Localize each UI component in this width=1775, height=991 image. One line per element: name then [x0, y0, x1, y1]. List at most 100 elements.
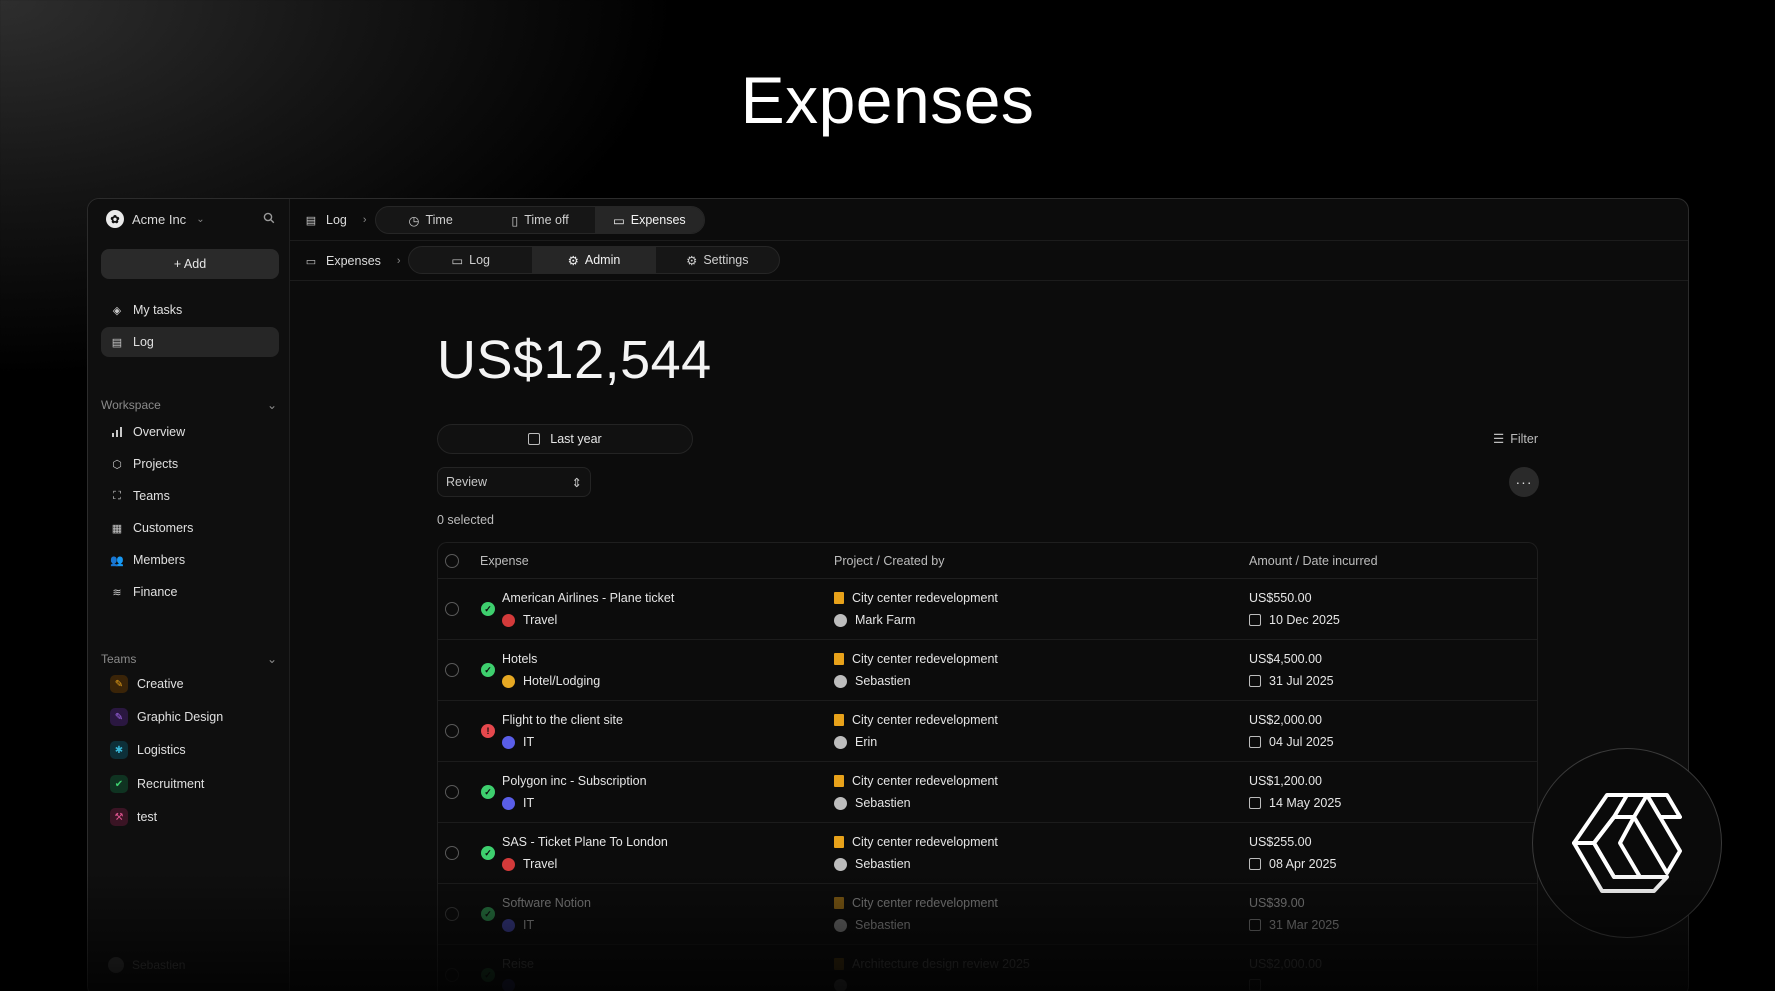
creator-name: Sebastien — [855, 857, 911, 871]
workspace-section-header[interactable]: Workspace ⌄ — [101, 398, 279, 412]
sidebar-item-log[interactable]: ▤ Log — [101, 327, 279, 357]
table-row[interactable]: ! Flight to the client site IT City cent… — [438, 701, 1537, 762]
avatar — [108, 957, 124, 973]
tab-expenses[interactable]: ▭ Expenses — [594, 207, 704, 233]
sidebar-team-test[interactable]: ⚒ test — [101, 802, 279, 832]
row-checkbox[interactable] — [445, 602, 459, 616]
expense-title: Software Notion — [502, 896, 591, 910]
check-circle-icon: ✔ — [110, 775, 128, 793]
expense-title: American Airlines - Plane ticket — [502, 591, 675, 605]
sidebar-item-my-tasks[interactable]: ◈ My tasks — [101, 295, 279, 325]
check-icon: ✓ — [481, 602, 495, 616]
cash-icon: ▭ — [612, 213, 625, 228]
org-name: Acme Inc — [132, 211, 187, 227]
tab-log[interactable]: ▭ Log — [409, 247, 532, 273]
total-amount: US$12,544 — [437, 330, 712, 390]
breadcrumb[interactable]: ▤ Log › — [304, 213, 367, 227]
tab-time-off[interactable]: ▯ Time off — [485, 207, 594, 233]
main-content: ▤ Log › ◷ Time ▯ Time off ▭ Expenses ▭ E… — [290, 199, 1688, 991]
pen-icon: ✎ — [110, 708, 128, 726]
breadcrumb[interactable]: ▭ Expenses › — [304, 254, 401, 268]
tab-label: Time off — [524, 213, 569, 227]
sidebar: ✿ Acme Inc ⌄ + Add ◈ My tasks ▤ Log Work… — [88, 199, 290, 991]
bar-chart-icon — [110, 425, 124, 439]
tab-label: Expenses — [630, 213, 686, 227]
sidebar-team-creative[interactable]: ✎ Creative — [101, 669, 279, 699]
teams-section-header[interactable]: Teams ⌄ — [101, 652, 279, 666]
row-checkbox[interactable] — [445, 724, 459, 738]
expense-category: IT — [523, 735, 535, 749]
admin-icon: ⚙ — [567, 253, 579, 268]
sidebar-team-logistics[interactable]: ✱ Logistics — [101, 735, 279, 765]
chevron-down-icon: ⌄ — [196, 213, 205, 225]
sidebar-team-graphic-design[interactable]: ✎ Graphic Design — [101, 702, 279, 732]
sidebar-item-label: Logistics — [137, 743, 186, 757]
brand-logo-icon — [1572, 793, 1682, 893]
row-checkbox[interactable] — [445, 968, 459, 982]
table-row[interactable]: ✓ SAS - Ticket Plane To London Travel Ci… — [438, 823, 1537, 884]
filter-button[interactable]: ☰ Filter — [1493, 431, 1538, 447]
row-checkbox[interactable] — [445, 663, 459, 677]
expense-date: 10 Dec 2025 — [1269, 613, 1340, 627]
bug-icon: ✱ — [110, 741, 128, 759]
sidebar-team-recruitment[interactable]: ✔ Recruitment — [101, 769, 279, 799]
calendar-icon — [1249, 797, 1261, 809]
sidebar-item-teams[interactable]: ⛶ Teams — [101, 481, 279, 511]
status-select[interactable]: Review ⇕ — [437, 467, 591, 497]
row-checkbox[interactable] — [445, 846, 459, 860]
calendar-icon — [1249, 979, 1261, 991]
layers-icon: ◈ — [112, 304, 122, 317]
date-range-button[interactable]: Last year — [437, 424, 693, 454]
sidebar-item-customers[interactable]: ▦ Customers — [101, 513, 279, 543]
cash-icon: ▭ — [305, 255, 317, 268]
table-row[interactable]: ✓ Software Notion IT City center redevel… — [438, 884, 1537, 945]
table-row[interactable]: ✓ Reise Architecture design review 2025 — [438, 945, 1537, 991]
expense-date: 08 Apr 2025 — [1269, 857, 1337, 871]
tab-admin[interactable]: ⚙ Admin — [532, 247, 656, 273]
table-row[interactable]: ✓ Hotels Hotel/Lodging City center redev… — [438, 640, 1537, 701]
row-checkbox[interactable] — [445, 785, 459, 799]
sidebar-item-label: Teams — [133, 489, 170, 503]
row-checkbox[interactable] — [445, 907, 459, 921]
breadcrumb-label: Expenses — [326, 254, 381, 268]
building-icon — [834, 653, 844, 665]
creator-name: Mark Farm — [855, 613, 916, 627]
teams-label: Teams — [101, 652, 137, 666]
table-body: ✓ American Airlines - Plane ticket Trave… — [438, 579, 1537, 991]
sidebar-item-label: Log — [133, 335, 154, 349]
column-header-amount: Amount / Date incurred — [1249, 553, 1378, 568]
category-dot-icon — [502, 674, 515, 688]
calendar-icon — [1249, 919, 1261, 931]
sidebar-item-label: Members — [133, 553, 186, 567]
table-row[interactable]: ✓ Polygon inc - Subscription IT City cen… — [438, 762, 1537, 823]
category-dot-icon — [502, 857, 515, 871]
top-tabs: ◷ Time ▯ Time off ▭ Expenses — [375, 206, 705, 234]
clock-icon: ◷ — [408, 213, 420, 228]
users-icon: 👥 — [110, 554, 124, 567]
building-icon — [834, 714, 844, 726]
add-button[interactable]: + Add — [101, 249, 279, 279]
tab-time[interactable]: ◷ Time — [376, 207, 485, 233]
project-name: City center redevelopment — [852, 774, 998, 788]
chevron-right-icon: › — [362, 214, 367, 226]
building-icon — [834, 958, 844, 970]
sidebar-item-members[interactable]: 👥 Members — [101, 545, 279, 575]
filter-label: Filter — [1510, 431, 1538, 446]
category-dot-icon — [502, 796, 515, 810]
expenses-table: Expense Project / Created by Amount / Da… — [437, 542, 1538, 991]
select-all-checkbox[interactable] — [445, 554, 459, 568]
creator-name: Erin — [855, 735, 878, 749]
cash-icon: ▭ — [451, 253, 464, 268]
search-icon[interactable] — [263, 212, 275, 227]
sidebar-item-label: Finance — [133, 585, 178, 599]
table-row[interactable]: ✓ American Airlines - Plane ticket Trave… — [438, 579, 1537, 640]
sidebar-item-finance[interactable]: ≋ Finance — [101, 577, 279, 607]
tab-settings[interactable]: ⚙ Settings — [656, 247, 779, 273]
app-window: ✿ Acme Inc ⌄ + Add ◈ My tasks ▤ Log Work… — [87, 198, 1689, 991]
sidebar-item-projects[interactable]: ⬡ Projects — [101, 449, 279, 479]
sidebar-item-overview[interactable]: Overview — [101, 417, 279, 447]
more-options-button[interactable]: ··· — [1509, 467, 1539, 497]
current-user[interactable]: Sebastien — [108, 957, 185, 973]
check-icon: ✓ — [481, 968, 495, 982]
org-switcher[interactable]: ✿ Acme Inc ⌄ — [106, 210, 205, 228]
